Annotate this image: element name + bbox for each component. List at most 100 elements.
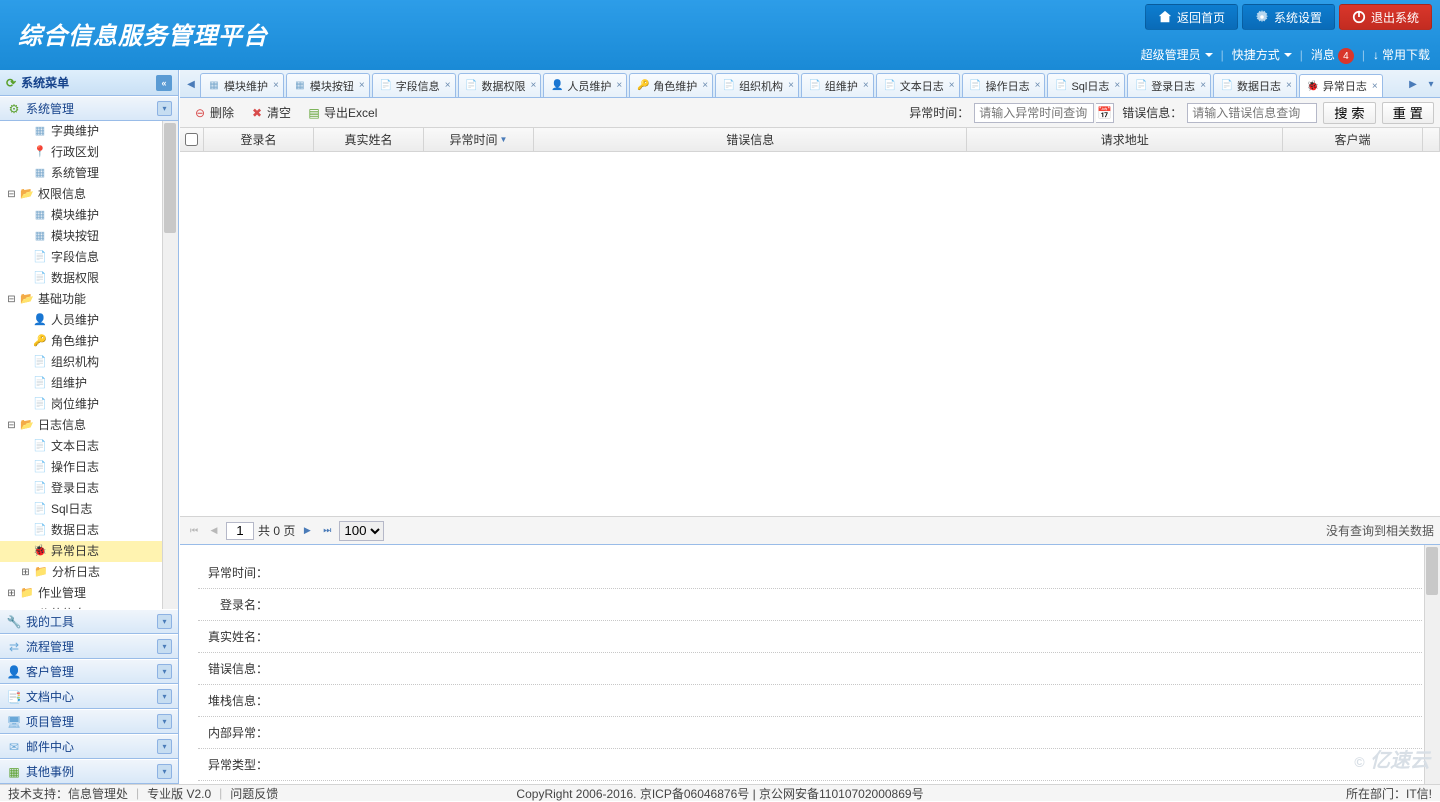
select-all-checkbox[interactable] xyxy=(185,133,198,146)
last-page-icon[interactable]: ⏭ xyxy=(319,523,335,539)
sidebar-group-other[interactable]: ▦其他事例▾ xyxy=(0,759,178,784)
expand-icon[interactable]: ⊟ xyxy=(4,185,19,204)
settings-button[interactable]: 系统设置 xyxy=(1242,4,1335,30)
tree-item[interactable]: 📄字段信息 xyxy=(0,247,178,268)
expand-icon[interactable]: ▾ xyxy=(157,639,172,654)
collapse-sidebar-icon[interactable]: « xyxy=(156,75,172,91)
quick-menu[interactable]: 快捷方式 xyxy=(1232,46,1292,63)
close-icon[interactable]: × xyxy=(531,80,537,91)
tree-item[interactable]: ▦模块按钮 xyxy=(0,226,178,247)
tree-item[interactable]: 📄数据日志 xyxy=(0,520,178,541)
tab-数据权限[interactable]: 📄数据权限× xyxy=(458,73,542,97)
download-link[interactable]: 常用下载 xyxy=(1373,46,1430,63)
col-time[interactable]: 异常时间▼ xyxy=(424,128,534,151)
col-name[interactable]: 真实姓名 xyxy=(314,128,424,151)
tree-item[interactable]: 📄操作日志 xyxy=(0,457,178,478)
tree-item[interactable]: 📄文本日志 xyxy=(0,436,178,457)
export-button[interactable]: ▤导出Excel xyxy=(300,102,384,124)
home-button[interactable]: 返回首页 xyxy=(1145,4,1238,30)
close-icon[interactable]: × xyxy=(1372,81,1378,92)
close-icon[interactable]: × xyxy=(1035,80,1041,91)
close-icon[interactable]: × xyxy=(788,80,794,91)
tree-folder[interactable]: ⊞📁分析日志 xyxy=(0,562,178,583)
close-icon[interactable]: × xyxy=(949,80,955,91)
delete-button[interactable]: ⊖删除 xyxy=(186,102,241,124)
expand-icon[interactable]: ▾ xyxy=(157,764,172,779)
tab-menu-icon[interactable]: ▾ xyxy=(1422,71,1440,97)
close-icon[interactable]: × xyxy=(359,80,365,91)
sidebar-group-mail[interactable]: ✉邮件中心▾ xyxy=(0,734,178,759)
tab-数据日志[interactable]: 📄数据日志× xyxy=(1213,73,1297,97)
search-button[interactable]: 搜 索 xyxy=(1323,102,1375,124)
tab-模块按钮[interactable]: ▦模块按钮× xyxy=(286,73,370,97)
sidebar-group-system[interactable]: ⚙ 系统管理 ▾ xyxy=(0,96,178,121)
tree-folder[interactable]: ⊟📂基础功能 xyxy=(0,289,178,310)
tree-item[interactable]: 📄Sql日志 xyxy=(0,499,178,520)
tree-folder[interactable]: ⊟📂权限信息 xyxy=(0,184,178,205)
expand-icon[interactable]: ▾ xyxy=(157,664,172,679)
close-icon[interactable]: × xyxy=(1200,80,1206,91)
messages-link[interactable]: 消息4 xyxy=(1311,46,1354,65)
tree-item[interactable]: 👤人员维护 xyxy=(0,310,178,331)
tree-folder[interactable]: ⊟📂日志信息 xyxy=(0,415,178,436)
tree-item[interactable]: 📄岗位维护 xyxy=(0,394,178,415)
tab-异常日志[interactable]: 🐞异常日志× xyxy=(1299,74,1383,97)
page-size-select[interactable]: 100 xyxy=(339,521,384,541)
close-icon[interactable]: × xyxy=(702,80,708,91)
close-icon[interactable]: × xyxy=(863,80,869,91)
footer-feedback[interactable]: 问题反馈 xyxy=(230,785,278,802)
tab-文本日志[interactable]: 📄文本日志× xyxy=(876,73,960,97)
tab-字段信息[interactable]: 📄字段信息× xyxy=(372,73,456,97)
tab-人员维护[interactable]: 👤人员维护× xyxy=(543,73,627,97)
col-login[interactable]: 登录名 xyxy=(204,128,314,151)
expand-icon[interactable]: ▾ xyxy=(157,689,172,704)
tab-Sql日志[interactable]: 📄Sql日志× xyxy=(1047,73,1125,97)
exit-button[interactable]: 退出系统 xyxy=(1339,4,1432,30)
tree-item[interactable]: ▦字典维护 xyxy=(0,121,178,142)
tab-操作日志[interactable]: 📄操作日志× xyxy=(962,73,1046,97)
expand-icon[interactable]: ▾ xyxy=(157,614,172,629)
expand-icon[interactable]: ⊞ xyxy=(4,584,19,603)
sidebar-group-tools[interactable]: 🔧我的工具▾ xyxy=(0,609,178,634)
error-input[interactable] xyxy=(1187,103,1317,123)
close-icon[interactable]: × xyxy=(273,80,279,91)
tree-item[interactable]: 📄登录日志 xyxy=(0,478,178,499)
sidebar-group-project[interactable]: 🖥项目管理▾ xyxy=(0,709,178,734)
expand-icon[interactable]: ⊟ xyxy=(4,416,19,435)
tree-folder[interactable]: ⊞📁作业管理 xyxy=(0,583,178,604)
expand-icon[interactable]: ⊞ xyxy=(4,605,19,609)
next-page-icon[interactable]: ▶ xyxy=(299,523,315,539)
sidebar-group-docs[interactable]: 📑文档中心▾ xyxy=(0,684,178,709)
prev-page-icon[interactable]: ◀ xyxy=(206,523,222,539)
sidebar-group-customer[interactable]: 👤客户管理▾ xyxy=(0,659,178,684)
close-icon[interactable]: × xyxy=(445,80,451,91)
tab-登录日志[interactable]: 📄登录日志× xyxy=(1127,73,1211,97)
tree-item[interactable]: 📄数据权限 xyxy=(0,268,178,289)
first-page-icon[interactable]: ⏮ xyxy=(186,523,202,539)
details-scrollbar[interactable] xyxy=(1424,545,1440,784)
expand-icon[interactable]: ⊟ xyxy=(4,290,19,309)
expand-icon[interactable]: ⊞ xyxy=(18,563,33,582)
tree-item[interactable]: 📄组维护 xyxy=(0,373,178,394)
close-icon[interactable]: × xyxy=(1114,80,1120,91)
page-input[interactable] xyxy=(226,522,254,540)
tree-folder[interactable]: ⊞📁公共信息 xyxy=(0,604,178,609)
col-client[interactable]: 客户端 xyxy=(1283,128,1423,151)
tree-scrollbar[interactable] xyxy=(162,121,178,609)
time-input[interactable] xyxy=(974,103,1094,123)
tab-角色维护[interactable]: 🔑角色维护× xyxy=(629,73,713,97)
refresh-icon[interactable]: ⟳ xyxy=(6,76,16,90)
tab-组维护[interactable]: 📄组维护× xyxy=(801,73,874,97)
expand-icon[interactable]: ▾ xyxy=(157,739,172,754)
admin-menu[interactable]: 超级管理员 xyxy=(1141,46,1213,63)
close-icon[interactable]: × xyxy=(1286,80,1292,91)
tree-item[interactable]: ▦系统管理 xyxy=(0,163,178,184)
reset-button[interactable]: 重 置 xyxy=(1382,102,1434,124)
tab-scroll-left-icon[interactable]: ◀ xyxy=(182,71,200,97)
sidebar-group-process[interactable]: ⇄流程管理▾ xyxy=(0,634,178,659)
tree-item[interactable]: 📍行政区划 xyxy=(0,142,178,163)
collapse-icon[interactable]: ▾ xyxy=(157,101,172,116)
calendar-icon[interactable]: 📅 xyxy=(1096,103,1114,123)
clear-button[interactable]: ✖清空 xyxy=(243,102,298,124)
tree-item[interactable]: 📄组织机构 xyxy=(0,352,178,373)
